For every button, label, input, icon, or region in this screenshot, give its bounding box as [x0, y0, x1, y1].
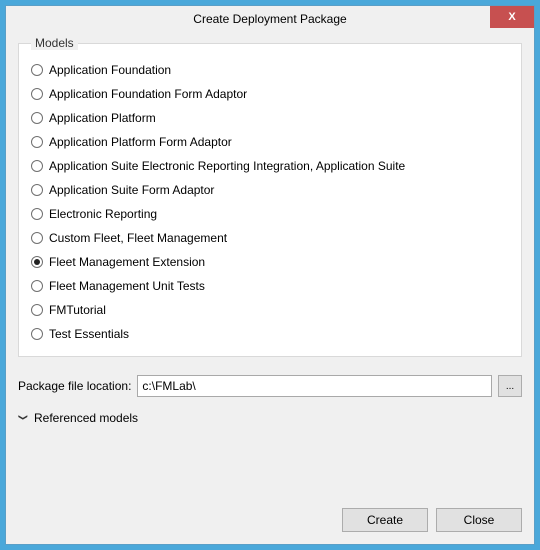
model-option-label: Fleet Management Unit Tests	[49, 279, 205, 293]
referenced-models-label: Referenced models	[34, 411, 138, 425]
model-option-label: Test Essentials	[49, 327, 129, 341]
model-option[interactable]: Application Foundation Form Adaptor	[31, 82, 509, 106]
create-button[interactable]: Create	[342, 508, 428, 532]
model-option[interactable]: FMTutorial	[31, 298, 509, 322]
browse-button[interactable]: ...	[498, 375, 522, 397]
radio-icon[interactable]	[31, 136, 43, 148]
radio-icon[interactable]	[31, 328, 43, 340]
close-icon[interactable]: X	[490, 6, 534, 28]
model-option-label: Application Suite Electronic Reporting I…	[49, 159, 405, 173]
models-legend: Models	[31, 36, 78, 50]
model-option-label: Electronic Reporting	[49, 207, 157, 221]
model-option[interactable]: Application Suite Electronic Reporting I…	[31, 154, 509, 178]
model-option[interactable]: Application Platform	[31, 106, 509, 130]
dialog-content: Models Application Foundation Application…	[6, 32, 534, 544]
radio-icon[interactable]	[31, 232, 43, 244]
model-option-label: Application Foundation Form Adaptor	[49, 87, 247, 101]
dialog-window: Create Deployment Package X Models Appli…	[5, 5, 535, 545]
radio-icon[interactable]	[31, 64, 43, 76]
model-option-label: Application Suite Form Adaptor	[49, 183, 214, 197]
model-option-label: Application Platform	[49, 111, 156, 125]
model-option-label: Application Platform Form Adaptor	[49, 135, 232, 149]
radio-icon[interactable]	[31, 88, 43, 100]
location-label: Package file location:	[18, 379, 131, 393]
radio-icon[interactable]	[31, 280, 43, 292]
radio-icon[interactable]	[31, 112, 43, 124]
model-option[interactable]: Electronic Reporting	[31, 202, 509, 226]
model-option-label: Application Foundation	[49, 63, 171, 77]
model-option[interactable]: Test Essentials	[31, 322, 509, 346]
location-row: Package file location: ...	[18, 375, 522, 397]
button-row: Create Close	[18, 488, 522, 532]
model-option[interactable]: Application Suite Form Adaptor	[31, 178, 509, 202]
model-option[interactable]: Fleet Management Extension	[31, 250, 509, 274]
radio-icon[interactable]	[31, 160, 43, 172]
model-option-label: Custom Fleet, Fleet Management	[49, 231, 227, 245]
radio-icon[interactable]	[31, 304, 43, 316]
title-bar: Create Deployment Package X	[6, 6, 534, 32]
model-option[interactable]: Custom Fleet, Fleet Management	[31, 226, 509, 250]
model-option[interactable]: Application Platform Form Adaptor	[31, 130, 509, 154]
models-group: Models Application Foundation Application…	[18, 36, 522, 357]
model-option-label: FMTutorial	[49, 303, 106, 317]
model-option[interactable]: Application Foundation	[31, 58, 509, 82]
model-option[interactable]: Fleet Management Unit Tests	[31, 274, 509, 298]
model-option-label: Fleet Management Extension	[49, 255, 205, 269]
radio-icon[interactable]	[31, 184, 43, 196]
chevron-down-icon: ❯	[18, 414, 29, 423]
location-input[interactable]	[137, 375, 492, 397]
radio-icon[interactable]	[31, 256, 43, 268]
radio-icon[interactable]	[31, 208, 43, 220]
referenced-models-expander[interactable]: ❯ Referenced models	[18, 411, 522, 425]
close-button[interactable]: Close	[436, 508, 522, 532]
window-title: Create Deployment Package	[6, 12, 534, 26]
